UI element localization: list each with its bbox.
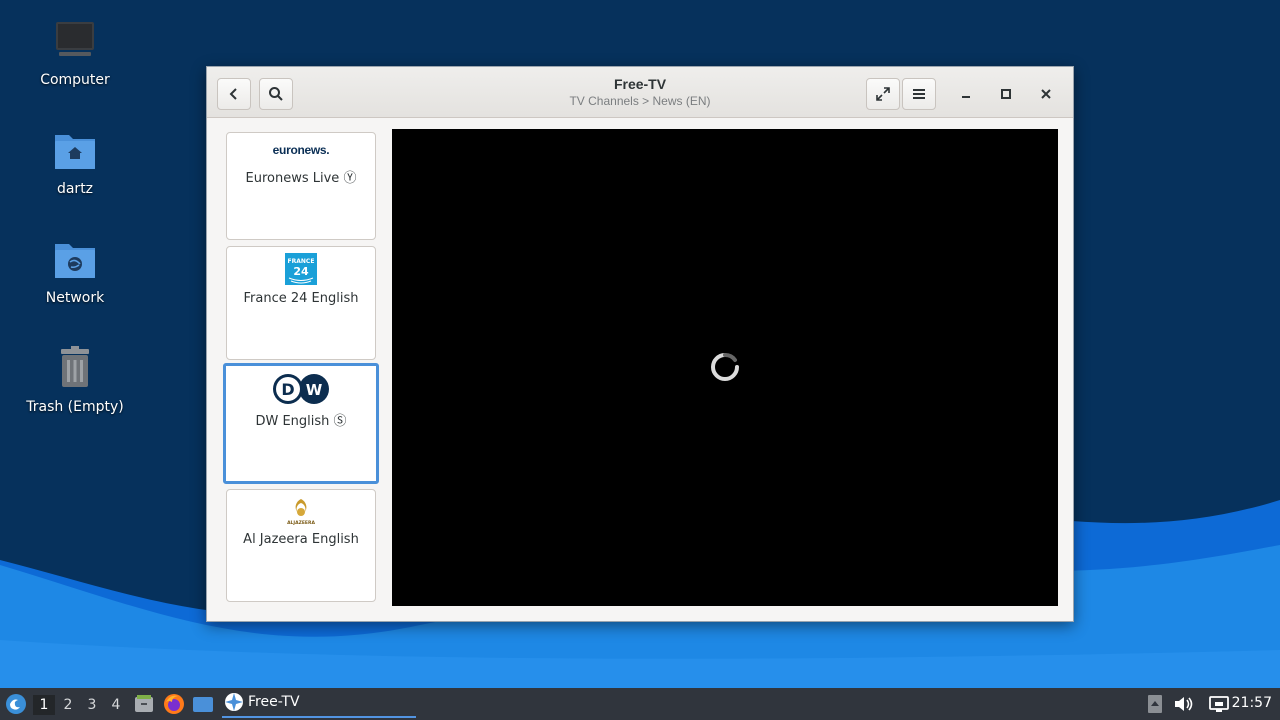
show-desktop-icon[interactable] — [191, 692, 215, 716]
euronews-logo: euronews. — [272, 143, 330, 157]
window-title: Free-TV — [613, 76, 667, 92]
channel-list: euronews. Euronews Live Ⓨ FRANCE 24 Fran… — [221, 129, 381, 609]
channel-card-dw[interactable]: D W DW English Ⓢ — [223, 363, 379, 484]
desktop-icon-label: dartz — [56, 181, 94, 197]
channel-name: Al Jazeera English — [243, 532, 359, 547]
maximize-button[interactable] — [993, 81, 1019, 107]
taskbar: 1 2 3 4 Free-TV 21:57 — [0, 688, 1280, 720]
back-button[interactable] — [217, 78, 251, 110]
svg-text:D: D — [281, 380, 294, 399]
svg-text:ALJAZEERA: ALJAZEERA — [287, 520, 315, 526]
network-folder-icon — [55, 244, 95, 278]
notification-icon[interactable] — [1143, 692, 1167, 716]
desktop-icon-computer[interactable]: Computer — [20, 18, 130, 118]
desktop-icon-network[interactable]: Network — [20, 236, 130, 336]
svg-text:FRANCE: FRANCE — [288, 258, 315, 265]
svg-text:24: 24 — [293, 265, 309, 278]
title-block: Free-TV TV Channels > News (EN) — [507, 76, 773, 108]
minimize-icon — [962, 96, 970, 98]
back-arrow-icon — [229, 88, 237, 100]
channel-card-france24[interactable]: FRANCE 24 France 24 English — [226, 246, 376, 360]
channel-name: Euronews Live Ⓨ — [245, 171, 357, 186]
workspace-4[interactable]: 4 — [105, 695, 127, 715]
file-manager-icon[interactable] — [132, 692, 156, 716]
menu-button[interactable] — [902, 78, 936, 110]
workspace-3[interactable]: 3 — [81, 695, 103, 715]
desktop-icon-trash[interactable]: Trash (Empty) — [20, 345, 130, 445]
fullscreen-button[interactable] — [866, 78, 900, 110]
workspace-1[interactable]: 1 — [33, 695, 55, 715]
home-folder-icon — [55, 135, 95, 169]
desktop-icon-label: Network — [45, 290, 105, 306]
task-button-freetv[interactable]: Free-TV — [222, 690, 416, 718]
firefox-icon[interactable] — [162, 692, 186, 716]
channel-card-euronews[interactable]: euronews. Euronews Live Ⓨ — [226, 132, 376, 240]
dw-logo: D W — [273, 372, 329, 406]
workspace-2[interactable]: 2 — [57, 695, 79, 715]
channel-card-aljazeera[interactable]: ALJAZEERA Al Jazeera English — [226, 489, 376, 602]
desktop-icon-label: Computer — [40, 72, 110, 88]
trash-icon — [61, 346, 89, 387]
youtube-badge-icon: Ⓨ — [343, 171, 357, 186]
maximize-icon — [1001, 89, 1011, 99]
clock[interactable]: 21:57 — [1232, 695, 1272, 711]
channel-name: DW English Ⓢ — [255, 414, 347, 429]
aljazeera-logo: ALJAZEERA — [286, 496, 316, 526]
video-player[interactable] — [392, 129, 1058, 606]
search-icon — [269, 87, 283, 101]
hamburger-menu-icon — [913, 89, 925, 99]
minimize-button[interactable] — [953, 81, 979, 107]
loading-spinner-icon — [711, 353, 739, 381]
search-button[interactable] — [259, 78, 293, 110]
fullscreen-icon — [876, 87, 890, 101]
close-icon — [1041, 89, 1051, 99]
desktop-icon-label: Trash (Empty) — [26, 399, 124, 415]
computer-icon — [56, 22, 94, 56]
volume-icon[interactable] — [1171, 692, 1195, 716]
france24-logo: FRANCE 24 — [285, 253, 317, 285]
breadcrumb: TV Channels > News (EN) — [569, 94, 711, 108]
svg-text:W: W — [306, 381, 323, 399]
freetv-app-icon — [225, 693, 243, 711]
stream-badge-icon: Ⓢ — [333, 414, 347, 429]
desktop: Computer dartz Network Trash (Empty) Fre… — [0, 0, 1280, 688]
desktop-icon-dartz[interactable]: dartz — [20, 127, 130, 227]
task-label: Free-TV — [248, 694, 300, 710]
close-button[interactable] — [1033, 81, 1059, 107]
header-bar: Free-TV TV Channels > News (EN) — [207, 67, 1073, 118]
network-wired-icon[interactable] — [1207, 692, 1231, 716]
freetv-window: Free-TV TV Channels > News (EN) euronews… — [206, 66, 1074, 622]
channel-name: France 24 English — [243, 291, 359, 306]
distro-logo-icon[interactable] — [4, 692, 28, 716]
